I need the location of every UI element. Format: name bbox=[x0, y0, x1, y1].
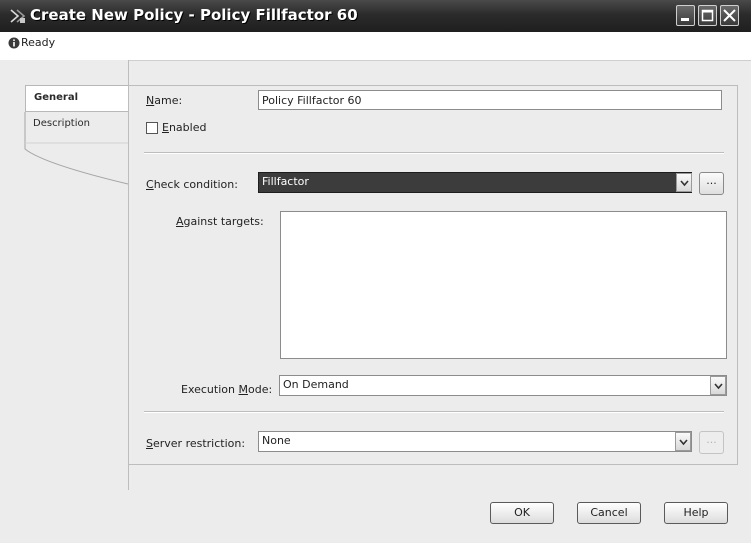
status-text: Ready bbox=[21, 36, 56, 49]
against-targets-list[interactable] bbox=[280, 211, 727, 359]
cancel-button[interactable]: Cancel bbox=[577, 502, 641, 524]
tab-description-label: Description bbox=[33, 118, 90, 129]
tab-general[interactable]: General bbox=[25, 85, 135, 112]
check-condition-browse-button[interactable]: ... bbox=[699, 172, 724, 195]
server-restriction-browse-button[interactable]: ... bbox=[699, 431, 724, 454]
chevron-down-icon bbox=[714, 383, 723, 390]
separator-highlight bbox=[144, 412, 724, 413]
close-button[interactable] bbox=[720, 5, 739, 26]
maximize-icon bbox=[701, 9, 714, 22]
minimize-button[interactable] bbox=[676, 5, 695, 26]
status-bar: Ready bbox=[0, 32, 751, 61]
tab-description[interactable]: Description bbox=[25, 112, 135, 144]
maximize-button[interactable] bbox=[698, 5, 717, 26]
check-condition-label: Check condition: bbox=[146, 178, 238, 191]
execution-mode-dropdown-button[interactable] bbox=[710, 376, 726, 395]
execution-mode-label: Execution Mode: bbox=[181, 383, 273, 396]
server-restriction-dropdown-button[interactable] bbox=[675, 432, 691, 451]
tab-general-label: General bbox=[34, 92, 78, 103]
server-restriction-select[interactable]: None bbox=[258, 431, 692, 452]
chevron-down-icon bbox=[679, 439, 688, 446]
help-button[interactable]: Help bbox=[664, 502, 728, 524]
execution-mode-select[interactable]: On Demand bbox=[279, 375, 727, 396]
create-new-policy-dialog: Create New Policy - Policy Fillfactor 60… bbox=[0, 0, 751, 543]
name-input[interactable]: Policy Fillfactor 60 bbox=[258, 90, 722, 110]
chevron-down-icon bbox=[680, 180, 689, 187]
title-bar[interactable]: Create New Policy - Policy Fillfactor 60 bbox=[0, 0, 751, 32]
check-condition-dropdown-button[interactable] bbox=[676, 173, 692, 192]
enabled-label: Enabled bbox=[162, 121, 207, 134]
close-icon bbox=[723, 9, 736, 22]
info-icon bbox=[8, 37, 20, 49]
name-value: Policy Fillfactor 60 bbox=[262, 94, 362, 107]
execution-mode-value: On Demand bbox=[283, 378, 349, 391]
against-targets-label: Against targets: bbox=[176, 215, 264, 228]
enabled-checkbox[interactable] bbox=[146, 122, 158, 134]
check-condition-value: Fillfactor bbox=[262, 175, 309, 188]
name-label: Name: bbox=[146, 94, 183, 107]
server-restriction-value: None bbox=[262, 434, 291, 447]
policy-wizard-icon bbox=[9, 7, 27, 25]
check-condition-select[interactable]: Fillfactor bbox=[258, 172, 692, 193]
server-restriction-label: Server restriction: bbox=[146, 437, 246, 450]
separator-highlight bbox=[144, 153, 724, 154]
general-page: Name: Policy Fillfactor 60 Enabled Check… bbox=[128, 85, 738, 465]
window-title: Create New Policy - Policy Fillfactor 60 bbox=[30, 6, 358, 24]
ok-button[interactable]: OK bbox=[490, 502, 554, 524]
minimize-icon bbox=[681, 18, 689, 21]
